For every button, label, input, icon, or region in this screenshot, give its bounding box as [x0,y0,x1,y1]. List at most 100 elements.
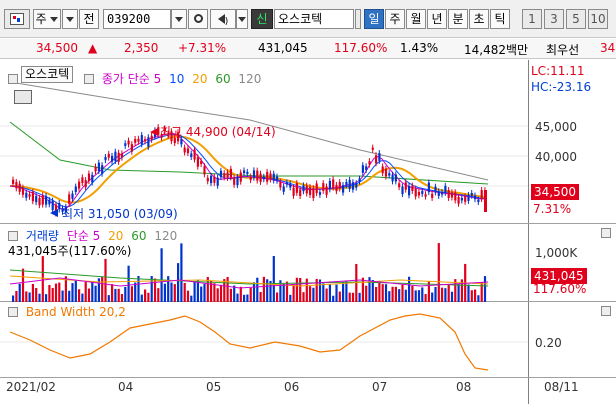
bandwidth-axis: 0.20 [528,302,616,377]
interval-tab[interactable]: 3 [544,9,564,29]
new-listing-badge[interactable]: 신 [251,9,273,29]
bandwidth-pane-close-icon[interactable] [601,306,611,316]
volume-bar [388,291,391,302]
volume-bar [312,287,315,302]
volume-bar [104,258,107,302]
volume-bar [378,280,381,302]
volume-bar [272,256,275,302]
lc-label: LC:11.11 [531,64,585,78]
candle-body [28,194,31,197]
period-tab[interactable]: 월 [406,9,426,29]
candle-body [480,190,483,200]
speaker-icon [217,14,225,24]
volume-bar [246,294,249,302]
volume-bar [483,276,487,302]
candle-body [101,165,104,174]
candle-body [338,182,341,189]
bandwidth-pane: Band Width 20,2 0.20 [0,302,616,378]
candle-body [193,149,196,160]
period-tab[interactable]: 분 [448,9,468,29]
volume-bar [309,286,312,302]
volume-bar [295,277,298,302]
volume-bar [144,289,147,302]
volume-bar [111,284,114,302]
period-tab[interactable]: 틱 [490,9,510,29]
bandwidth-toggle-icon[interactable] [8,307,18,317]
stock-code-input[interactable]: 039200 [103,9,171,29]
volume-toggle-icon[interactable] [8,231,18,241]
period-tab[interactable]: 주 [385,9,405,29]
market-select[interactable]: 주 [33,9,61,29]
candle-body [312,188,315,198]
chart-menu-button[interactable] [4,9,30,29]
name-resize-handle[interactable] [355,9,361,29]
period-tab[interactable]: 일 [364,9,384,29]
volume-bar [480,282,483,302]
candle-body [84,180,87,188]
candle-body [427,182,430,193]
legend-stock-name[interactable]: 오스코텍 [21,66,74,83]
code-dropdown-button[interactable] [171,9,187,29]
candle-body [216,177,219,186]
volume-bar [467,284,470,302]
interval-tab[interactable]: 5 [566,9,586,29]
volume-y-tick: 1,000K [535,246,578,260]
candle-body [411,185,414,191]
volume-bar [170,282,173,302]
candle-body [71,193,74,199]
market-dropdown-button[interactable] [62,9,78,29]
candle-body [358,178,361,182]
interval-tab[interactable]: 10 [588,9,608,29]
high-annotation: 최고 44,900 (04/14) [160,125,276,139]
volume-bar [243,294,246,302]
sound-dropdown-button[interactable] [236,9,248,29]
volume-pane-close-icon[interactable] [601,228,611,238]
chevron-down-icon [175,17,183,22]
candle-body [351,182,355,190]
volume-bar [81,293,84,302]
volume-bar [236,293,239,302]
x-label-2021-02: 2021/02 [6,380,56,394]
candle-body [404,182,407,190]
candle-body [378,153,381,161]
candle-body [223,173,226,178]
volume-bar [180,243,183,302]
volume-bar [163,283,166,302]
period-tab[interactable]: 년 [427,9,447,29]
type-select[interactable]: 전 [79,9,99,29]
stock-chart: 최고 44,900 (04/14) 최저 31,050 (03/09) 오스코텍 … [0,60,616,404]
volume-bar [160,248,163,302]
candle-body [150,135,153,140]
volume-bar [266,279,269,302]
sound-button[interactable]: ) [210,9,236,29]
price-change: 2,350 [124,41,159,55]
search-button[interactable] [188,9,208,29]
candle-body [431,193,434,198]
current-price: 34,500 [36,41,78,55]
candle-body [371,147,374,150]
interval-tab[interactable]: 1 [522,9,542,29]
candle-body [279,181,282,188]
period-tab[interactable]: 초 [469,9,489,29]
volume-bar [477,295,480,302]
volume-value: 431,045 [258,41,308,55]
x-label-07: 07 [372,380,388,394]
volume-bar [87,288,91,302]
candle-body [292,187,295,196]
candle-body [391,174,394,182]
volume-bar [54,283,58,302]
volume-bar [371,279,374,302]
volume-bar [414,290,417,302]
candle-body [318,192,322,195]
candle-body [213,176,216,183]
legend-ma120: 120 [238,72,262,86]
volume-bar [239,286,242,302]
x-label-05: 05 [206,380,222,394]
candle-body [147,137,150,147]
candle-body [408,185,411,196]
legend-toggle-icon[interactable] [8,74,18,84]
ma-toggle-icon[interactable] [84,74,94,84]
grid-icon[interactable] [14,90,32,104]
price-axis: LC:11.11 HC:-23.16 45,000 40,000 34,500 … [528,60,616,223]
candle-body [464,196,467,202]
